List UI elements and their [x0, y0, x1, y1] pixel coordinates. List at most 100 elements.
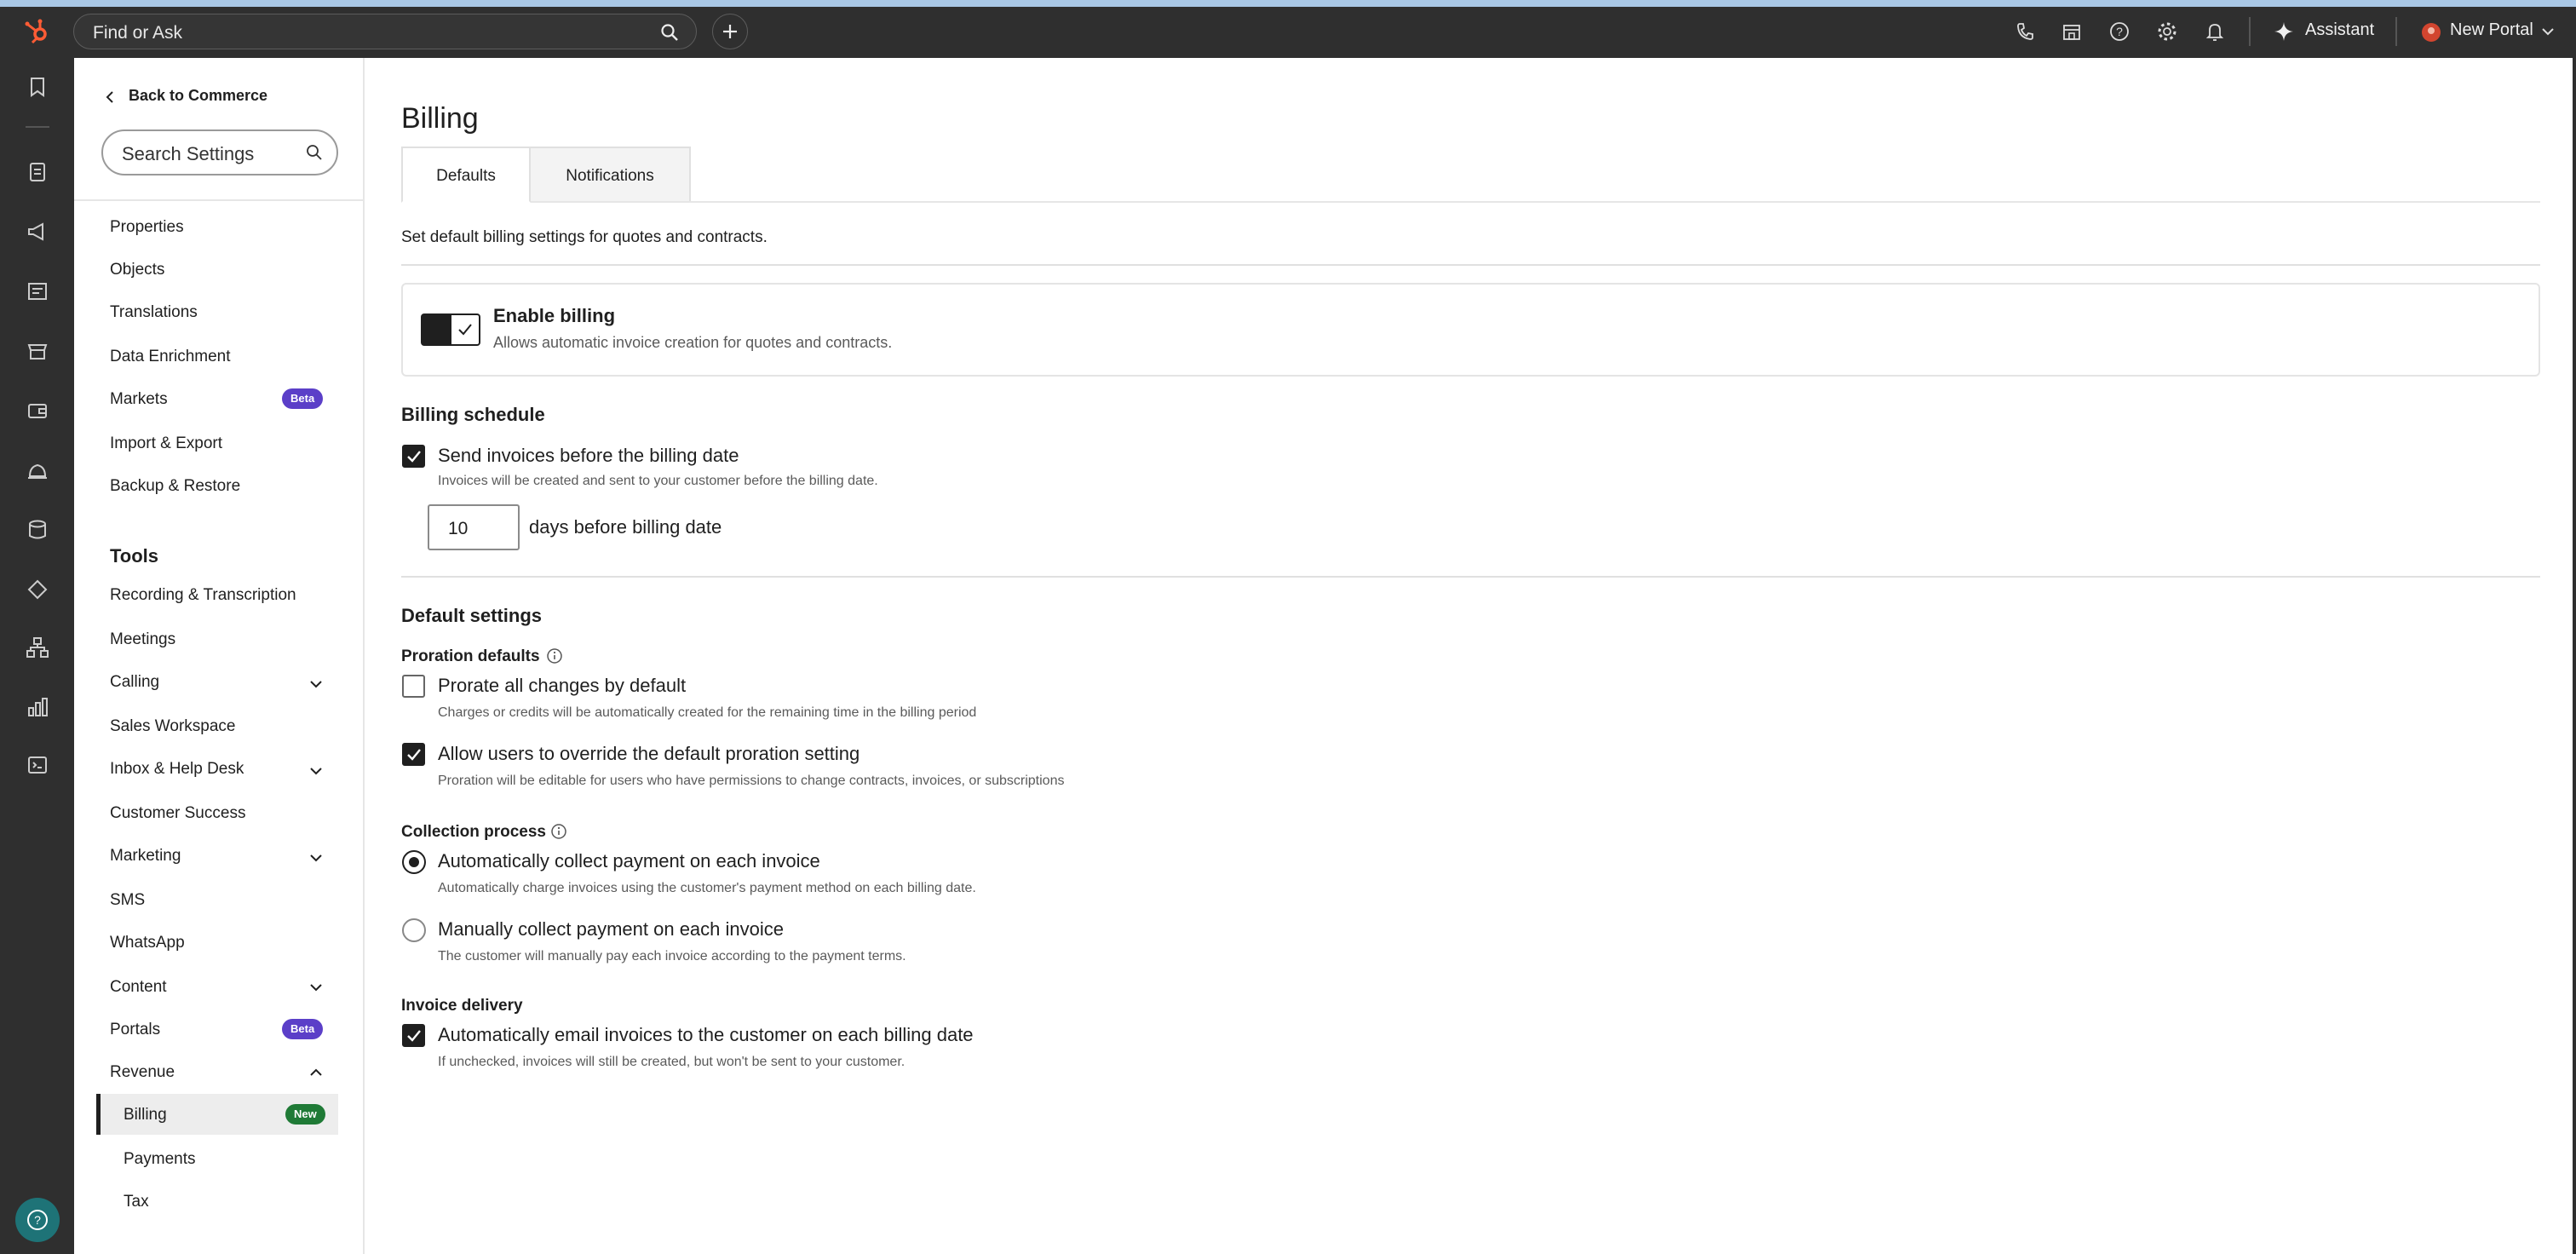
contacts-icon[interactable] [24, 158, 51, 186]
sidebar-heading-tools: Tools [110, 545, 159, 567]
days-before-suffix: days before billing date [529, 516, 722, 538]
diamond-icon[interactable] [24, 576, 51, 603]
sidebar-item-inbox-help-desk[interactable]: Inbox & Help Desk [110, 760, 244, 779]
sidebar-item-import-export[interactable]: Import & Export [110, 434, 222, 453]
sidebar-item-calling[interactable]: Calling [110, 673, 159, 692]
developer-icon[interactable] [24, 751, 51, 779]
toggle-fill [423, 315, 451, 344]
info-icon[interactable] [550, 823, 567, 840]
search-icon[interactable] [306, 144, 323, 161]
sparkle-icon [2274, 22, 2293, 41]
help-center-button[interactable]: ? [15, 1198, 60, 1242]
megaphone-icon[interactable] [24, 218, 51, 245]
allow-override-label[interactable]: Allow users to override the default pror… [438, 743, 860, 765]
chevron-down-icon[interactable] [308, 765, 325, 777]
tab-notifications-label: Notifications [566, 167, 654, 185]
workflow-icon[interactable] [24, 634, 51, 661]
bell-icon[interactable] [2202, 19, 2228, 44]
prorate-all-help: Charges or credits will be automatically… [438, 705, 977, 720]
bookmark-icon[interactable] [24, 73, 51, 101]
prorate-all-checkbox[interactable] [402, 675, 425, 698]
enable-billing-help: Allows automatic invoice creation for qu… [493, 334, 893, 351]
commerce-icon[interactable] [24, 337, 51, 365]
sidebar-item-sales-workspace[interactable]: Sales Workspace [110, 717, 236, 736]
tab-notifications[interactable]: Notifications [529, 147, 691, 203]
hubspot-logo-icon[interactable] [22, 17, 51, 46]
enable-billing-toggle[interactable] [421, 314, 480, 346]
portal-switcher[interactable]: New Portal [2450, 20, 2533, 40]
topbar-divider [2249, 17, 2251, 46]
allow-override-help: Proration will be editable for users who… [438, 774, 1065, 788]
check-icon [407, 749, 421, 761]
topbar-divider [2395, 17, 2397, 46]
reports-icon[interactable] [24, 693, 51, 721]
allow-override-checkbox[interactable] [402, 743, 425, 766]
marketplace-icon[interactable] [2059, 19, 2084, 44]
chevron-down-icon[interactable] [308, 678, 325, 690]
chevron-down-icon[interactable] [308, 852, 325, 864]
info-icon[interactable] [546, 647, 563, 664]
global-search-input[interactable]: Find or Ask [73, 14, 697, 49]
send-before-checkbox[interactable] [402, 445, 425, 468]
invoice-delivery-label: Invoice delivery [401, 997, 523, 1015]
proration-defaults-label: Proration defaults [401, 647, 540, 665]
sidebar-item-marketing[interactable]: Marketing [110, 847, 181, 866]
back-to-commerce-link[interactable]: Back to Commerce [129, 87, 267, 105]
beta-badge: Beta [282, 388, 324, 409]
sidebar-item-payments[interactable]: Payments [124, 1150, 195, 1169]
avatar-icon[interactable] [2421, 22, 2441, 43]
sidebar-item-revenue[interactable]: Revenue [110, 1063, 175, 1082]
phone-icon[interactable] [2012, 19, 2038, 44]
enable-billing-title: Enable billing [493, 305, 616, 326]
sidebar-item-recording[interactable]: Recording & Transcription [110, 586, 296, 605]
beta-badge: Beta [282, 1019, 324, 1039]
sidebar-item-billing[interactable]: Billing [124, 1106, 167, 1125]
gear-icon[interactable] [2154, 19, 2180, 44]
auto-email-help: If unchecked, invoices will still be cre… [438, 1055, 906, 1069]
sidebar-item-whatsapp[interactable]: WhatsApp [110, 934, 185, 952]
global-search-placeholder: Find or Ask [93, 23, 183, 43]
chevron-up-icon[interactable] [308, 1067, 325, 1079]
chevron-down-icon[interactable] [2542, 27, 2554, 36]
days-before-input[interactable]: 10 [428, 504, 520, 550]
auto-collect-help: Automatically charge invoices using the … [438, 881, 976, 895]
sidebar-item-properties[interactable]: Properties [110, 218, 184, 237]
search-icon[interactable] [660, 23, 679, 42]
section-divider [401, 576, 2540, 578]
default-settings-heading: Default settings [401, 605, 543, 626]
check-icon [407, 1030, 421, 1042]
page-description: Set default billing settings for quotes … [401, 228, 768, 246]
sidebar-item-backup-restore[interactable]: Backup & Restore [110, 477, 240, 496]
wallet-icon[interactable] [24, 397, 51, 424]
tab-defaults[interactable]: Defaults [401, 147, 531, 203]
sidebar-item-sms[interactable]: SMS [110, 891, 145, 910]
auto-email-label[interactable]: Automatically email invoices to the cust… [438, 1024, 974, 1046]
settings-search-placeholder: Search Settings [122, 143, 255, 164]
sidebar-item-data-enrichment[interactable]: Data Enrichment [110, 348, 231, 366]
database-icon[interactable] [24, 516, 51, 544]
sidebar-item-content[interactable]: Content [110, 978, 167, 997]
service-icon[interactable] [24, 457, 51, 484]
create-button[interactable] [712, 14, 748, 49]
send-before-label[interactable]: Send invoices before the billing date [438, 445, 739, 467]
sidebar-item-markets[interactable]: Markets [110, 390, 168, 409]
content-icon[interactable] [24, 278, 51, 305]
sidebar-item-tax[interactable]: Tax [124, 1193, 149, 1211]
manual-collect-label[interactable]: Manually collect payment on each invoice [438, 918, 784, 940]
auto-collect-label[interactable]: Automatically collect payment on each in… [438, 850, 820, 872]
days-before-value: 10 [448, 519, 469, 538]
assistant-button[interactable]: Assistant [2305, 20, 2374, 40]
auto-email-checkbox[interactable] [402, 1024, 425, 1047]
chevron-down-icon[interactable] [308, 981, 325, 993]
auto-collect-radio[interactable] [402, 850, 426, 874]
sidebar-item-objects[interactable]: Objects [110, 261, 164, 279]
manual-collect-radio[interactable] [402, 918, 426, 942]
sidebar-item-meetings[interactable]: Meetings [110, 630, 175, 649]
chevron-left-icon[interactable] [105, 90, 115, 104]
sidebar-item-portals[interactable]: Portals [110, 1021, 160, 1039]
sidebar-item-customer-success[interactable]: Customer Success [110, 804, 245, 823]
sidebar-item-translations[interactable]: Translations [110, 303, 198, 322]
prorate-all-label[interactable]: Prorate all changes by default [438, 675, 686, 697]
settings-search-input[interactable]: Search Settings [101, 129, 338, 175]
help-icon[interactable]: ? [2107, 19, 2132, 44]
